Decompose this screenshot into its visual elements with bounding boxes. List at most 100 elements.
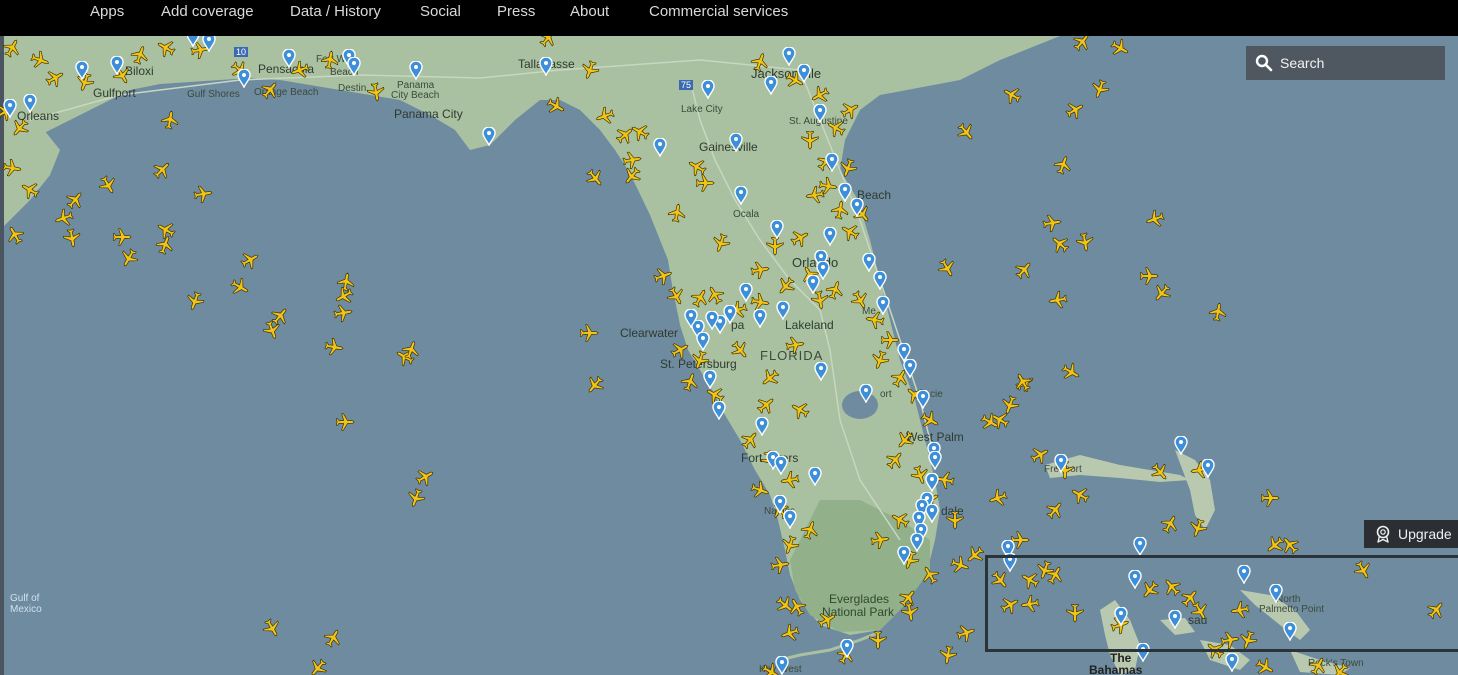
aircraft-icon[interactable] bbox=[778, 533, 802, 557]
airport-pin-icon[interactable] bbox=[653, 138, 667, 157]
aircraft-icon[interactable] bbox=[1047, 289, 1069, 311]
airport-pin-icon[interactable] bbox=[482, 127, 496, 146]
aircraft-icon[interactable] bbox=[787, 225, 813, 250]
airport-pin-icon[interactable] bbox=[859, 384, 873, 403]
aircraft-icon[interactable] bbox=[1236, 628, 1260, 652]
aircraft-icon[interactable] bbox=[772, 592, 798, 618]
aircraft-icon[interactable] bbox=[998, 393, 1022, 417]
aircraft-icon[interactable] bbox=[667, 337, 693, 362]
nav-commercial-services[interactable]: Commercial services bbox=[649, 3, 788, 20]
airport-pin-icon[interactable] bbox=[814, 362, 828, 381]
airport-pin-icon[interactable] bbox=[696, 332, 710, 351]
aircraft-icon[interactable] bbox=[1423, 597, 1449, 623]
aircraft-icon[interactable] bbox=[804, 184, 826, 206]
aircraft-icon[interactable] bbox=[829, 199, 851, 221]
airport-pin-icon[interactable] bbox=[925, 504, 939, 523]
airport-pin-icon[interactable] bbox=[703, 370, 717, 389]
aircraft-icon[interactable] bbox=[935, 255, 960, 281]
aircraft-icon[interactable] bbox=[0, 36, 25, 61]
aircraft-icon[interactable] bbox=[1062, 97, 1088, 122]
airport-pin-icon[interactable] bbox=[409, 61, 423, 80]
airport-pin-icon[interactable] bbox=[1133, 537, 1147, 556]
aircraft-icon[interactable] bbox=[688, 285, 713, 311]
aircraft-icon[interactable] bbox=[695, 174, 715, 192]
aircraft-icon[interactable] bbox=[627, 119, 653, 144]
aircraft-icon[interactable] bbox=[116, 245, 141, 271]
aircraft-icon[interactable] bbox=[1159, 574, 1185, 600]
aircraft-icon[interactable] bbox=[892, 427, 918, 453]
aircraft-icon[interactable] bbox=[787, 397, 813, 422]
aircraft-icon[interactable] bbox=[769, 554, 791, 576]
airport-pin-icon[interactable] bbox=[1201, 459, 1215, 478]
airport-pin-icon[interactable] bbox=[1003, 553, 1017, 572]
aircraft-icon[interactable] bbox=[305, 655, 331, 675]
aircraft-icon[interactable] bbox=[917, 562, 942, 588]
aircraft-icon[interactable] bbox=[869, 630, 887, 650]
aircraft-icon[interactable] bbox=[149, 157, 175, 183]
aircraft-icon[interactable] bbox=[779, 469, 801, 491]
airport-pin-icon[interactable] bbox=[237, 69, 251, 88]
aircraft-icon[interactable] bbox=[688, 348, 712, 372]
aircraft-icon[interactable] bbox=[1010, 369, 1035, 395]
aircraft-icon[interactable] bbox=[987, 567, 1013, 593]
aircraft-icon[interactable] bbox=[766, 236, 784, 256]
aircraft-icon[interactable] bbox=[869, 529, 891, 551]
airport-pin-icon[interactable] bbox=[773, 495, 787, 514]
aircraft-icon[interactable] bbox=[1147, 459, 1173, 485]
airport-pin-icon[interactable] bbox=[816, 261, 830, 280]
aircraft-icon[interactable] bbox=[798, 518, 822, 542]
aircraft-icon[interactable] bbox=[1074, 231, 1096, 253]
aircraft-icon[interactable] bbox=[1042, 497, 1068, 523]
aircraft-icon[interactable] bbox=[948, 553, 972, 577]
aircraft-icon[interactable] bbox=[1149, 280, 1175, 306]
aircraft-icon[interactable] bbox=[112, 228, 132, 246]
airport-pin-icon[interactable] bbox=[753, 309, 767, 328]
aircraft-icon[interactable] bbox=[666, 202, 688, 224]
aircraft-icon[interactable] bbox=[1306, 653, 1331, 675]
aircraft-icon[interactable] bbox=[183, 289, 207, 313]
aircraft-icon[interactable] bbox=[365, 81, 387, 103]
aircraft-icon[interactable] bbox=[323, 336, 345, 358]
aircraft-icon[interactable] bbox=[612, 122, 638, 148]
aircraft-icon[interactable] bbox=[17, 177, 43, 202]
aircraft-icon[interactable] bbox=[962, 542, 988, 568]
aircraft-icon[interactable] bbox=[757, 365, 783, 391]
aircraft-icon[interactable] bbox=[882, 447, 908, 473]
aircraft-icon[interactable] bbox=[748, 478, 772, 502]
airport-pin-icon[interactable] bbox=[916, 390, 930, 409]
airport-pin-icon[interactable] bbox=[1174, 436, 1188, 455]
aircraft-icon[interactable] bbox=[1262, 532, 1288, 558]
airport-pin-icon[interactable] bbox=[539, 57, 553, 76]
airport-pin-icon[interactable] bbox=[775, 656, 789, 675]
aircraft-icon[interactable] bbox=[749, 259, 771, 281]
aircraft-icon[interactable] bbox=[953, 119, 979, 145]
upgrade-button[interactable]: Upgrade bbox=[1364, 520, 1458, 548]
aircraft-icon[interactable] bbox=[1158, 511, 1183, 537]
aircraft-icon[interactable] bbox=[1277, 532, 1303, 558]
airport-pin-icon[interactable] bbox=[774, 456, 788, 475]
aircraft-icon[interactable] bbox=[61, 227, 83, 249]
aircraft-icon[interactable] bbox=[237, 247, 263, 272]
aircraft-icon[interactable] bbox=[159, 109, 181, 131]
aircraft-icon[interactable] bbox=[1088, 77, 1112, 101]
airport-pin-icon[interactable] bbox=[808, 467, 822, 486]
airport-pin-icon[interactable] bbox=[1136, 643, 1150, 662]
aircraft-icon[interactable] bbox=[748, 50, 772, 74]
airport-pin-icon[interactable] bbox=[797, 64, 811, 83]
aircraft-icon[interactable] bbox=[784, 334, 806, 356]
airport-pin-icon[interactable] bbox=[903, 359, 917, 378]
aircraft-icon[interactable] bbox=[887, 507, 913, 532]
airport-pin-icon[interactable] bbox=[806, 275, 820, 294]
aircraft-icon[interactable] bbox=[1219, 629, 1241, 651]
aircraft-icon[interactable] bbox=[412, 464, 438, 489]
aircraft-icon[interactable] bbox=[997, 592, 1023, 617]
aircraft-icon[interactable] bbox=[96, 172, 121, 198]
airport-pin-icon[interactable] bbox=[910, 533, 924, 552]
aircraft-icon[interactable] bbox=[778, 621, 802, 645]
aircraft-icon[interactable] bbox=[1051, 153, 1075, 177]
aircraft-icon[interactable] bbox=[42, 65, 68, 90]
airport-pin-icon[interactable] bbox=[1237, 565, 1251, 584]
aircraft-icon[interactable] bbox=[1041, 212, 1063, 234]
airport-pin-icon[interactable] bbox=[23, 94, 37, 113]
nav-social[interactable]: Social bbox=[420, 3, 461, 20]
